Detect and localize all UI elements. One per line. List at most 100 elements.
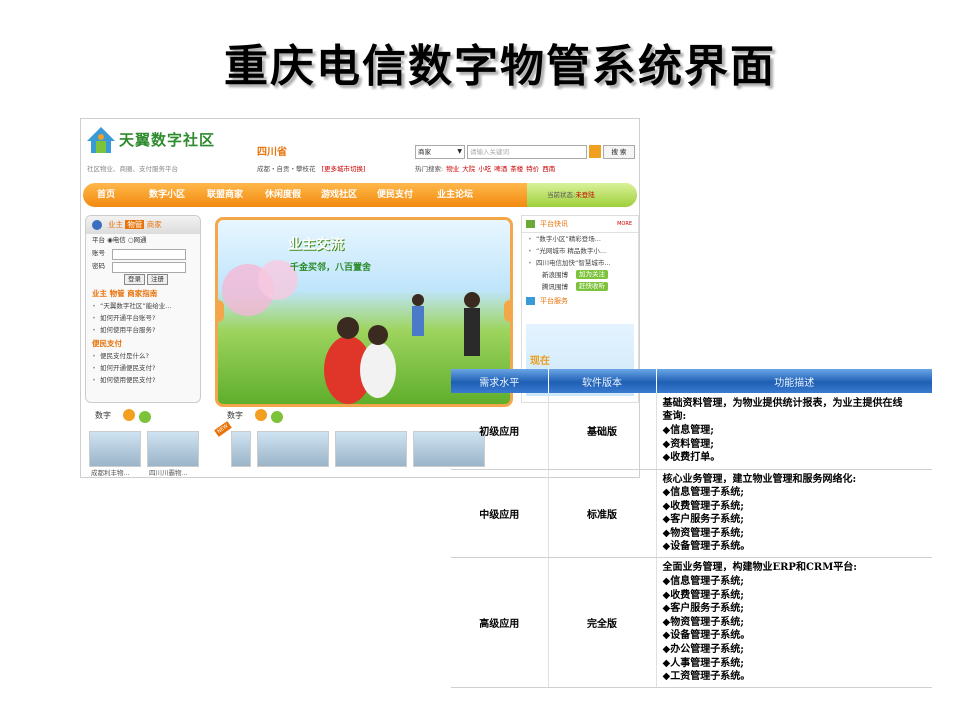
desc-line: ◆资料管理; — [662, 438, 714, 450]
pay-item[interactable]: 便民支付是什么? — [86, 350, 200, 362]
banner-subtitle: 千金买邻，八百置舍 — [290, 263, 372, 273]
banner-prev-arrow[interactable] — [218, 300, 224, 322]
circle-icon — [139, 411, 151, 423]
city-names[interactable]: 成都・自贡・攀枝花 — [257, 165, 316, 173]
switch-city-link[interactable]: [更多城市切换] — [322, 165, 366, 173]
tab-property[interactable]: 物管 — [125, 220, 145, 229]
gallery-thumb[interactable] — [231, 431, 251, 467]
row-version: 基础版 — [548, 393, 657, 470]
guide-item[interactable]: 如何使用平台服务? — [86, 324, 200, 336]
radio-telecom[interactable]: ◉电信 — [107, 236, 126, 244]
follow-row-tencent: 腾讯围博 赶快收听 — [522, 281, 638, 293]
row-level: 高级应用 — [451, 557, 549, 689]
desc-line: ◆收费打单。 — [662, 452, 721, 464]
desc-line: ◆信息管理; — [662, 424, 714, 436]
desc-line: ◆收费管理子系统; — [662, 500, 744, 512]
news-item[interactable]: 四川电信加快“智慧城市... — [522, 257, 638, 269]
speaker-icon — [92, 220, 102, 230]
site-logo[interactable]: 天翼数字社区 社区物业、商圈、支付服务平台 — [83, 123, 217, 173]
gallery-thumb[interactable] — [147, 431, 199, 467]
desc-line: 核心业务管理，建立物业管理和服务网络化: — [662, 473, 857, 485]
banner-next-arrow[interactable] — [504, 300, 510, 322]
main-navbar: 首页 数字小区 联盟商家 休闲度假 游戏社区 便民支付 业主论坛 当前状态:未登… — [83, 183, 637, 207]
news-title: 平台快讯 — [540, 220, 568, 228]
radio-netcom[interactable]: ○网通 — [128, 236, 147, 244]
nav-home[interactable]: 首页 — [97, 183, 115, 207]
hot-term[interactable]: 小吃 — [478, 165, 491, 173]
row-description: 全面业务管理，构建物业ERP和CRM平台: ◆信息管理子系统; ◆收费管理子系统… — [656, 557, 932, 689]
gallery-thumb[interactable] — [89, 431, 141, 467]
desc-line: ◆物资管理子系统; — [662, 527, 744, 539]
login-status-value: 未登陆 — [575, 191, 595, 199]
desc-line: ◆收费管理子系统; — [662, 589, 744, 601]
login-status: 当前状态:未登陆 — [527, 183, 637, 207]
desc-line: ◆信息管理子系统; — [662, 487, 744, 499]
account-row: 账号 — [86, 247, 200, 260]
table-header-row: 需求水平 软件版本 功能描述 — [451, 369, 932, 393]
nav-alliance-merchants[interactable]: 联盟商家 — [207, 183, 243, 207]
login-status-label: 当前状态: — [547, 191, 576, 199]
hot-term[interactable]: 西南 — [542, 165, 555, 173]
bottom-left-gallery: 数字 成都利丰物... 四川川霸物... — [85, 409, 203, 477]
hot-term[interactable]: 啤酒 — [494, 165, 507, 173]
header-function-desc: 功能描述 — [656, 369, 932, 393]
desc-line: ◆物资管理子系统; — [662, 616, 744, 628]
service-header: 平台服务 — [522, 293, 638, 309]
thumb-caption[interactable]: 成都利丰物... — [91, 467, 130, 477]
search-button[interactable]: 搜 索 — [603, 145, 635, 159]
pay-item[interactable]: 如何使用便民支付? — [86, 374, 200, 386]
guide-item[interactable]: “天翼数字社区”能给业... — [86, 300, 200, 312]
nav-games[interactable]: 游戏社区 — [321, 183, 357, 207]
follow-button[interactable]: 加为关注 — [576, 270, 608, 279]
search-category-select[interactable]: 商家 ▼ — [415, 145, 465, 159]
login-panel: 业主 物管 商家 平台 ◉电信 ○网通 账号 密码 登录 注册 业主 物管 商家指… — [85, 215, 201, 403]
desc-line: ◆客户服务子系统; — [662, 603, 744, 615]
pay-item[interactable]: 如何开通便民支付? — [86, 362, 200, 374]
logo-text: 天翼数字社区 — [119, 131, 216, 149]
follow-label: 新浪围博 — [542, 271, 568, 279]
news-more-link[interactable]: MORE — [617, 216, 632, 232]
radio-telecom-label: 电信 — [112, 236, 126, 244]
province-label: 四川省 — [257, 147, 287, 158]
search-icon[interactable] — [589, 145, 601, 158]
row-description: 核心业务管理，建立物业管理和服务网络化: ◆信息管理子系统; ◆收费管理子系统;… — [656, 469, 932, 559]
news-item[interactable]: “光网城市 精品数字小... — [522, 245, 638, 257]
thumb-caption[interactable]: 四川川霸物... — [149, 467, 188, 477]
hot-term[interactable]: 茶楼 — [510, 165, 523, 173]
radio-netcom-label: 网通 — [133, 236, 147, 244]
tab-merchant[interactable]: 商家 — [147, 220, 162, 229]
nav-leisure[interactable]: 休闲度假 — [265, 183, 301, 207]
row-description: 基础资料管理，为物业提供统计报表，为业主提供在线 查询: ◆信息管理; ◆资料管… — [656, 393, 932, 470]
slide-title: 重庆电信数字物管系统界面 — [224, 41, 776, 92]
login-button[interactable]: 登录 — [124, 274, 145, 285]
gallery-thumb[interactable] — [335, 431, 407, 467]
follow-button[interactable]: 赶快收听 — [576, 282, 608, 291]
bottom-left-title: 数字 — [85, 409, 203, 423]
account-label: 账号 — [92, 249, 105, 257]
nav-digital-community[interactable]: 数字小区 — [149, 183, 185, 207]
house-logo-icon — [87, 127, 115, 153]
circle-icon — [271, 411, 283, 423]
desc-line: ◆办公管理子系统; — [662, 643, 744, 655]
gallery-thumb[interactable] — [257, 431, 329, 467]
register-button[interactable]: 注册 — [147, 274, 168, 285]
hot-term[interactable]: 物业 — [446, 165, 459, 173]
nav-forum[interactable]: 业主论坛 — [437, 183, 473, 207]
follow-label: 腾讯围博 — [542, 283, 568, 291]
hot-term[interactable]: 大院 — [462, 165, 475, 173]
news-item[interactable]: “数字小区”精彩登场... — [522, 233, 638, 245]
search-input[interactable]: 请输入关键词 — [467, 145, 587, 159]
guide-item[interactable]: 如何开通平台账号? — [86, 312, 200, 324]
table-row: 初级应用 基础版 基础资料管理，为物业提供统计报表，为业主提供在线 查询: ◆信… — [451, 393, 932, 470]
table-row: 中级应用 标准版 核心业务管理，建立物业管理和服务网络化: ◆信息管理子系统; … — [451, 469, 932, 559]
hot-term[interactable]: 特价 — [526, 165, 539, 173]
row-level: 中级应用 — [451, 469, 549, 559]
nav-payment[interactable]: 便民支付 — [377, 183, 413, 207]
account-input[interactable] — [112, 249, 186, 260]
header-demand-level: 需求水平 — [451, 369, 549, 393]
row-level: 初级应用 — [451, 393, 549, 470]
password-input[interactable] — [112, 262, 186, 273]
logo-subtitle: 社区物业、商圈、支付服务平台 — [87, 165, 178, 173]
search-bar: 商家 ▼ 请输入关键词 搜 索 — [415, 145, 635, 159]
tab-owner[interactable]: 业主 — [108, 220, 123, 229]
